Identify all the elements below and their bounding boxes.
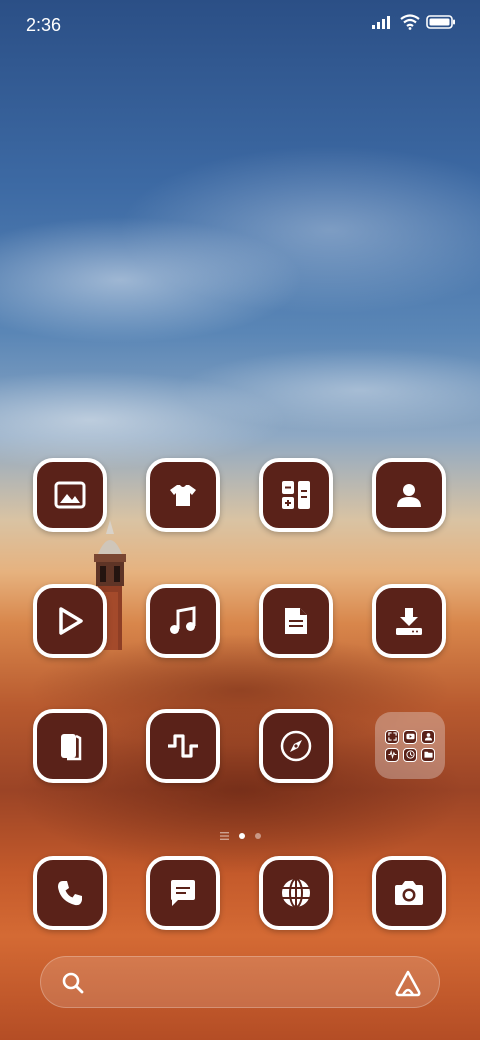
contacts-app[interactable] — [372, 458, 446, 532]
music-icon — [170, 606, 196, 634]
page-dot-1[interactable] — [238, 833, 245, 839]
phone-icon — [58, 881, 82, 906]
video-player-icon — [59, 607, 83, 635]
cellular-signal-icon — [372, 16, 390, 29]
music-app[interactable] — [146, 584, 220, 658]
file-manager-mini-app — [421, 747, 435, 762]
status-time: 2:36 — [26, 15, 62, 35]
youtube-icon — [405, 733, 415, 740]
status-bar: 2:36 — [0, 0, 480, 50]
gallery-icon — [54, 481, 86, 509]
page-dot-2[interactable] — [254, 833, 261, 839]
battery-icon — [426, 15, 455, 29]
clock-icon — [405, 750, 415, 759]
search-bar[interactable] — [40, 956, 440, 1008]
file-manager-icon — [423, 751, 433, 758]
youtube-mini-app — [403, 729, 417, 744]
calculator-app[interactable] — [259, 458, 333, 532]
sound-recorder-mini-app — [385, 747, 399, 762]
camera-icon — [395, 881, 423, 905]
compass-icon — [280, 730, 312, 762]
downloads-app[interactable] — [372, 584, 446, 658]
browser-icon — [282, 878, 310, 908]
messages-icon — [171, 880, 195, 906]
scanner-icon — [387, 732, 397, 741]
downloads-icon — [396, 608, 422, 635]
video-player-app[interactable] — [33, 584, 107, 658]
themes-app[interactable] — [146, 458, 220, 532]
themes-icon — [170, 485, 196, 506]
app-drawer-lines-icon[interactable] — [219, 832, 229, 840]
scanner-mini-app — [385, 729, 399, 744]
pulse-app[interactable] — [146, 709, 220, 783]
contacts-icon — [397, 484, 421, 507]
messages-app[interactable] — [146, 856, 220, 930]
profile-icon — [424, 733, 432, 741]
pulse-icon — [168, 734, 198, 758]
assistant-icon[interactable] — [393, 968, 423, 998]
page-indicator[interactable] — [200, 830, 280, 842]
camera-app[interactable] — [372, 856, 446, 930]
wifi-icon — [400, 14, 420, 30]
clock-mini-app — [403, 747, 417, 762]
search-icon[interactable] — [60, 970, 86, 996]
app-folder[interactable] — [375, 712, 445, 779]
compass-app[interactable] — [259, 709, 333, 783]
browser-app[interactable] — [259, 856, 333, 930]
gallery-app[interactable] — [33, 458, 107, 532]
wallet-icon — [61, 734, 82, 761]
phone-app[interactable] — [33, 856, 107, 930]
wallet-app[interactable] — [33, 709, 107, 783]
notes-icon — [285, 608, 307, 634]
calculator-icon — [282, 481, 310, 509]
sound-recorder-icon — [387, 750, 397, 759]
profile-mini-app — [421, 729, 435, 744]
notes-app[interactable] — [259, 584, 333, 658]
